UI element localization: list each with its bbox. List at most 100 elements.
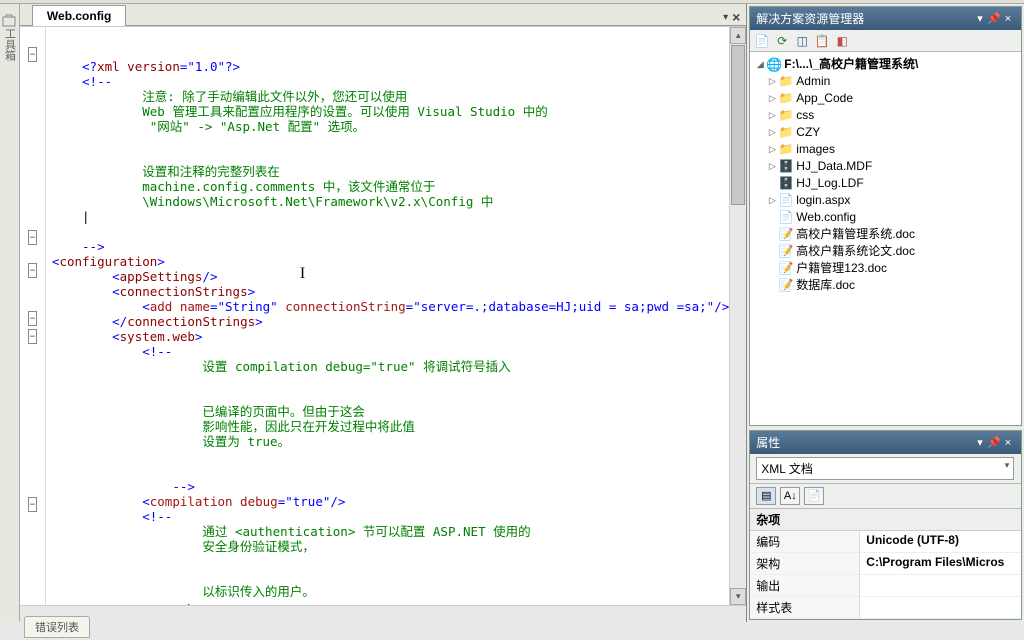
tree-item[interactable]: ▷📁App_Code — [752, 90, 1019, 107]
panel-dropdown-icon[interactable]: ▾ — [973, 436, 987, 449]
globe-icon: 🌐 — [766, 56, 782, 73]
tree-item[interactable]: 📝户籍管理123.doc — [752, 260, 1019, 277]
tree-item[interactable]: ▷📁images — [752, 141, 1019, 158]
tree-item[interactable]: ▷📄login.aspx — [752, 192, 1019, 209]
chevron-down-icon: ▾ — [1005, 460, 1010, 477]
tree-item-label: login.aspx — [796, 192, 850, 209]
solution-tree[interactable]: ◢ 🌐 F:\...\_高校户籍管理系统\ ▷📁Admin▷📁App_Code▷… — [750, 52, 1021, 425]
tab-dropdown-icon[interactable]: ▾ — [723, 12, 728, 23]
tree-item-label: 数据库.doc — [796, 277, 855, 294]
tree-item[interactable]: ▷🗄️HJ_Data.MDF — [752, 158, 1019, 175]
property-name: 编码 — [750, 531, 860, 552]
text-cursor: I — [300, 266, 305, 281]
folder-icon: 📁 — [778, 124, 794, 141]
horizontal-scrollbar[interactable] — [20, 605, 746, 622]
doc-icon: 📝 — [778, 260, 794, 277]
property-name: 架构 — [750, 553, 860, 574]
expand-icon[interactable]: ◢ — [754, 56, 766, 73]
solution-toolbar: 📄 ⟳ ◫ 📋 ◧ — [750, 30, 1021, 52]
tree-item-label: Web.config — [796, 209, 856, 226]
panel-close-icon[interactable]: × — [1001, 13, 1015, 25]
properties-icon[interactable]: 📄 — [754, 33, 770, 49]
panel-pin-icon[interactable]: 📌 — [987, 436, 1001, 449]
property-value[interactable]: Unicode (UTF-8) — [860, 531, 1021, 552]
tree-item[interactable]: 📄Web.config — [752, 209, 1019, 226]
properties-header[interactable]: 属性 ▾ 📌 × — [750, 431, 1021, 454]
expand-icon[interactable]: ▷ — [766, 158, 778, 175]
tree-item[interactable]: 📝数据库.doc — [752, 277, 1019, 294]
expand-icon[interactable]: ▷ — [766, 192, 778, 209]
properties-panel: 属性 ▾ 📌 × XML 文档 ▾ ▤ A↓ 📄 杂项 编码Unicode (U… — [749, 430, 1022, 620]
nest-icon[interactable]: ◫ — [794, 33, 810, 49]
tree-root-label: F:\...\_高校户籍管理系统\ — [784, 56, 918, 73]
code-editor[interactable]: <?xml version="1.0"?> <!-- 注意: 除了手动编辑此文件… — [46, 27, 729, 605]
property-row[interactable]: 样式表 — [750, 597, 1021, 619]
property-value[interactable]: C:\Program Files\Micros — [860, 553, 1021, 574]
view-icon[interactable]: ◧ — [834, 33, 850, 49]
panel-close-icon[interactable]: × — [1001, 437, 1015, 449]
scroll-thumb[interactable] — [731, 45, 745, 205]
editor-area: Web.config ▾ × −−−−−− <?xml version="1.0… — [20, 4, 747, 622]
file-icon: 📄 — [778, 192, 794, 209]
doc-icon: 📝 — [778, 243, 794, 260]
property-row[interactable]: 编码Unicode (UTF-8) — [750, 531, 1021, 553]
tree-item-label: images — [796, 141, 835, 158]
tree-item[interactable]: ▷📁CZY — [752, 124, 1019, 141]
file-icon: 📄 — [778, 209, 794, 226]
doc-icon: 📝 — [778, 226, 794, 243]
refresh-icon[interactable]: ⟳ — [774, 33, 790, 49]
property-row[interactable]: 架构C:\Program Files\Micros — [750, 553, 1021, 575]
tree-item-label: 高校户籍系统论文.doc — [796, 243, 915, 260]
tab-bar: Web.config ▾ × — [20, 4, 746, 26]
scroll-up-icon[interactable]: ▴ — [730, 27, 746, 44]
toolbox-icon[interactable] — [2, 14, 16, 28]
property-name: 样式表 — [750, 597, 860, 618]
properties-toolbar: XML 文档 ▾ — [750, 454, 1021, 484]
toolbox-label: 工具箱 — [1, 28, 17, 61]
copy-icon[interactable]: 📋 — [814, 33, 830, 49]
tree-item-label: HJ_Log.LDF — [796, 175, 863, 192]
folder-icon: 📁 — [778, 107, 794, 124]
error-list-tab[interactable]: 错误列表 — [24, 616, 90, 638]
fold-gutter[interactable]: −−−−−− — [20, 27, 46, 605]
expand-icon[interactable]: ▷ — [766, 73, 778, 90]
vertical-scrollbar[interactable]: ▴ ▾ — [729, 27, 746, 605]
tree-item[interactable]: 📝高校户籍管理系统.doc — [752, 226, 1019, 243]
alphabetical-icon[interactable]: A↓ — [780, 487, 800, 505]
properties-title: 属性 — [756, 434, 973, 451]
solution-explorer-panel: 解决方案资源管理器 ▾ 📌 × 📄 ⟳ ◫ 📋 ◧ ◢ 🌐 F:\...\_高校… — [749, 6, 1022, 426]
folder-icon: 📁 — [778, 73, 794, 90]
solution-explorer-header[interactable]: 解决方案资源管理器 ▾ 📌 × — [750, 7, 1021, 30]
tree-item-label: HJ_Data.MDF — [796, 158, 872, 175]
properties-object-combo[interactable]: XML 文档 ▾ — [756, 457, 1014, 480]
property-value[interactable] — [860, 575, 1021, 596]
expand-icon[interactable]: ▷ — [766, 124, 778, 141]
expand-icon[interactable]: ▷ — [766, 141, 778, 158]
categorized-icon[interactable]: ▤ — [756, 487, 776, 505]
tree-item[interactable]: 📝高校户籍系统论文.doc — [752, 243, 1019, 260]
tree-item-label: App_Code — [796, 90, 853, 107]
properties-grid[interactable]: 杂项 编码Unicode (UTF-8)架构C:\Program Files\M… — [750, 509, 1021, 619]
tree-item-label: 高校户籍管理系统.doc — [796, 226, 915, 243]
tab-close-icon[interactable]: × — [732, 9, 740, 25]
folder-icon: 📁 — [778, 141, 794, 158]
solution-explorer-title: 解决方案资源管理器 — [756, 10, 973, 27]
properties-group-header[interactable]: 杂项 — [750, 509, 1021, 531]
property-row[interactable]: 输出 — [750, 575, 1021, 597]
tab-webconfig[interactable]: Web.config — [32, 5, 126, 26]
scroll-down-icon[interactable]: ▾ — [730, 588, 746, 605]
properties-object-label: XML 文档 — [761, 460, 813, 477]
panel-dropdown-icon[interactable]: ▾ — [973, 12, 987, 25]
tree-item-label: 户籍管理123.doc — [796, 260, 887, 277]
tree-item[interactable]: ▷📁css — [752, 107, 1019, 124]
left-sidebar[interactable]: 工具箱 — [0, 4, 20, 622]
expand-icon[interactable]: ▷ — [766, 107, 778, 124]
expand-icon[interactable]: ▷ — [766, 90, 778, 107]
property-value[interactable] — [860, 597, 1021, 618]
tree-root[interactable]: ◢ 🌐 F:\...\_高校户籍管理系统\ — [752, 56, 1019, 73]
tree-item[interactable]: ▷📁Admin — [752, 73, 1019, 90]
properties-page-icon[interactable]: 📄 — [804, 487, 824, 505]
doc-icon: 📝 — [778, 277, 794, 294]
panel-pin-icon[interactable]: 📌 — [987, 12, 1001, 25]
tree-item[interactable]: 🗄️HJ_Log.LDF — [752, 175, 1019, 192]
